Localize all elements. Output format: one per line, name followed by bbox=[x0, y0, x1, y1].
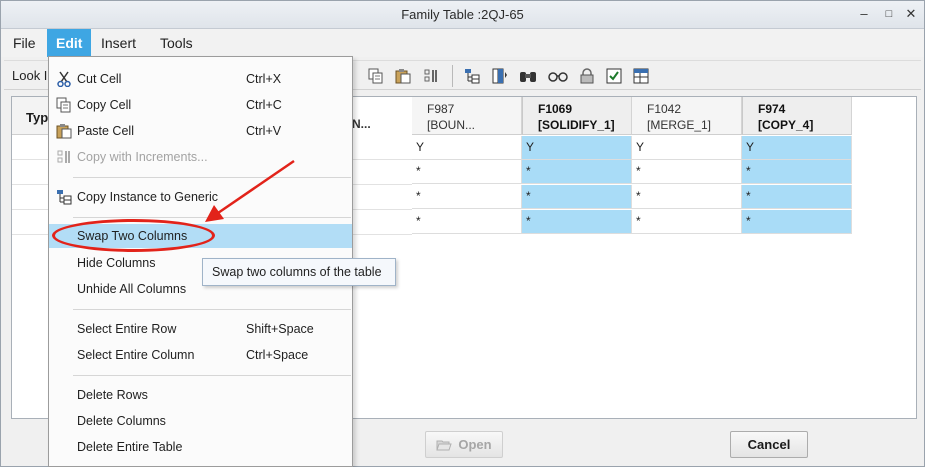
column-id: F1069 bbox=[538, 102, 573, 116]
column-name: [BOUN... bbox=[427, 118, 476, 132]
table-cell[interactable]: * bbox=[412, 160, 522, 184]
toolbar-separator bbox=[452, 65, 453, 87]
column-header-f1069[interactable]: F1069 [SOLIDIFY_1] bbox=[522, 97, 632, 135]
menu-item-select-entire-column[interactable]: Select Entire Column Ctrl+Space bbox=[49, 343, 352, 367]
partial-column-header: N... bbox=[352, 117, 371, 131]
menu-item-label: Cut Cell bbox=[77, 72, 122, 86]
menu-item-delete-rows[interactable]: Delete Rows bbox=[49, 383, 352, 407]
menu-item-paste-cell[interactable]: Paste Cell Ctrl+V bbox=[49, 119, 352, 143]
table-cell[interactable]: * bbox=[412, 185, 522, 209]
menu-item-copy-instance-to-generic[interactable]: Copy Instance to Generic bbox=[49, 185, 352, 209]
copy-icon bbox=[55, 96, 73, 114]
table-cell[interactable]: Y bbox=[632, 136, 742, 160]
menu-insert[interactable]: Insert bbox=[92, 29, 145, 57]
table-cell[interactable]: * bbox=[632, 185, 742, 209]
menu-item-label: Delete Entire Table bbox=[77, 440, 183, 454]
column-header-f987[interactable]: F987 [BOUN... bbox=[412, 97, 522, 135]
scissors-icon bbox=[55, 70, 73, 88]
copy-cells-icon[interactable] bbox=[366, 67, 386, 85]
lock-icon[interactable] bbox=[577, 67, 597, 85]
window-title: Family Table :2QJ-65 bbox=[401, 7, 524, 22]
menu-separator bbox=[73, 217, 351, 218]
menu-item-label: Copy Instance to Generic bbox=[77, 190, 219, 204]
increment-icon bbox=[55, 148, 73, 166]
tooltip: Swap two columns of the table bbox=[202, 258, 396, 286]
menu-edit[interactable]: Edit bbox=[47, 29, 92, 57]
verify-icon[interactable] bbox=[604, 67, 624, 85]
open-button-label: Open bbox=[458, 437, 492, 452]
menu-item-label: Copy Cell bbox=[77, 98, 132, 112]
menu-bar: File Edit Insert Tools bbox=[1, 29, 924, 57]
column-name: [COPY_4] bbox=[758, 118, 814, 132]
open-button[interactable]: Open bbox=[425, 431, 503, 458]
table-icon[interactable] bbox=[631, 67, 651, 85]
table-cell[interactable]: * bbox=[522, 210, 632, 234]
table-cell[interactable]: * bbox=[412, 210, 522, 234]
folder-open-icon bbox=[436, 440, 453, 450]
menu-item-delete-entire-table[interactable]: Delete Entire Table bbox=[49, 435, 352, 459]
column-id: F987 bbox=[427, 102, 455, 116]
column-header-f1042[interactable]: F1042 [MERGE_1] bbox=[632, 97, 742, 135]
table-cell[interactable]: * bbox=[522, 160, 632, 184]
table-cell[interactable]: * bbox=[522, 185, 632, 209]
maximize-icon[interactable]: □ bbox=[881, 6, 897, 22]
column-id: F1042 bbox=[647, 102, 682, 116]
column-name: [MERGE_1] bbox=[647, 118, 712, 132]
menu-item-label: Select Entire Row bbox=[77, 322, 177, 336]
glasses-icon[interactable] bbox=[548, 67, 568, 85]
close-icon[interactable]: ✕ bbox=[903, 6, 919, 22]
column-name: [SOLIDIFY_1] bbox=[538, 118, 615, 132]
menu-item-shortcut: Ctrl+V bbox=[246, 124, 282, 138]
table-cell[interactable]: * bbox=[742, 210, 852, 234]
table-cell[interactable]: * bbox=[632, 160, 742, 184]
instance-tree-icon bbox=[55, 188, 73, 206]
paste-icon bbox=[55, 122, 73, 140]
type-column-header[interactable]: Typ bbox=[12, 97, 52, 135]
menu-file[interactable]: File bbox=[4, 29, 45, 57]
column-header-f974[interactable]: F974 [COPY_4] bbox=[742, 97, 852, 135]
menu-item-label: Delete Columns bbox=[77, 414, 166, 428]
menu-separator bbox=[73, 309, 351, 310]
menu-item-select-entire-row[interactable]: Select Entire Row Shift+Space bbox=[49, 317, 352, 341]
menu-item-label: Unhide All Columns bbox=[77, 282, 187, 296]
insert-column-icon[interactable] bbox=[490, 67, 510, 85]
cancel-button-label: Cancel bbox=[747, 437, 791, 452]
menu-separator bbox=[73, 375, 351, 376]
menu-item-shortcut: Ctrl+C bbox=[246, 98, 282, 112]
menu-item-label: Copy with Increments... bbox=[77, 150, 208, 164]
menu-item-copy-cell[interactable]: Copy Cell Ctrl+C bbox=[49, 93, 352, 117]
menu-tools[interactable]: Tools bbox=[151, 29, 202, 57]
menu-item-shortcut: Shift+Space bbox=[246, 322, 314, 336]
title-bar[interactable]: Family Table :2QJ-65 – □ ✕ bbox=[1, 1, 924, 29]
table-cell[interactable]: Y bbox=[412, 136, 522, 160]
menu-item-label: Delete Rows bbox=[77, 388, 148, 402]
minimize-icon[interactable]: – bbox=[856, 6, 872, 22]
binoculars-icon[interactable] bbox=[518, 67, 538, 85]
increment-icon[interactable] bbox=[421, 67, 441, 85]
table-cell[interactable]: Y bbox=[522, 136, 632, 160]
menu-item-cut-cell[interactable]: Cut Cell Ctrl+X bbox=[49, 67, 352, 91]
menu-item-shortcut: Ctrl+Space bbox=[246, 348, 309, 362]
menu-item-delete-columns[interactable]: Delete Columns bbox=[49, 409, 352, 433]
annotation-oval bbox=[52, 219, 215, 252]
paste-icon[interactable] bbox=[393, 67, 413, 85]
table-cell[interactable]: Y bbox=[742, 136, 852, 160]
menu-item-label: Paste Cell bbox=[77, 124, 134, 138]
table-cell[interactable]: * bbox=[742, 160, 852, 184]
look-in-label: Look I bbox=[12, 68, 48, 83]
menu-item-label: Hide Columns bbox=[77, 256, 156, 270]
column-id: F974 bbox=[758, 102, 786, 116]
cancel-button[interactable]: Cancel bbox=[730, 431, 808, 458]
table-cell[interactable]: * bbox=[632, 210, 742, 234]
menu-item-copy-with-increments[interactable]: Copy with Increments... bbox=[49, 145, 352, 169]
table-cell[interactable]: * bbox=[742, 185, 852, 209]
instance-tree-icon[interactable] bbox=[462, 67, 482, 85]
menu-item-label: Select Entire Column bbox=[77, 348, 195, 362]
menu-item-shortcut: Ctrl+X bbox=[246, 72, 282, 86]
menu-separator bbox=[73, 177, 351, 178]
